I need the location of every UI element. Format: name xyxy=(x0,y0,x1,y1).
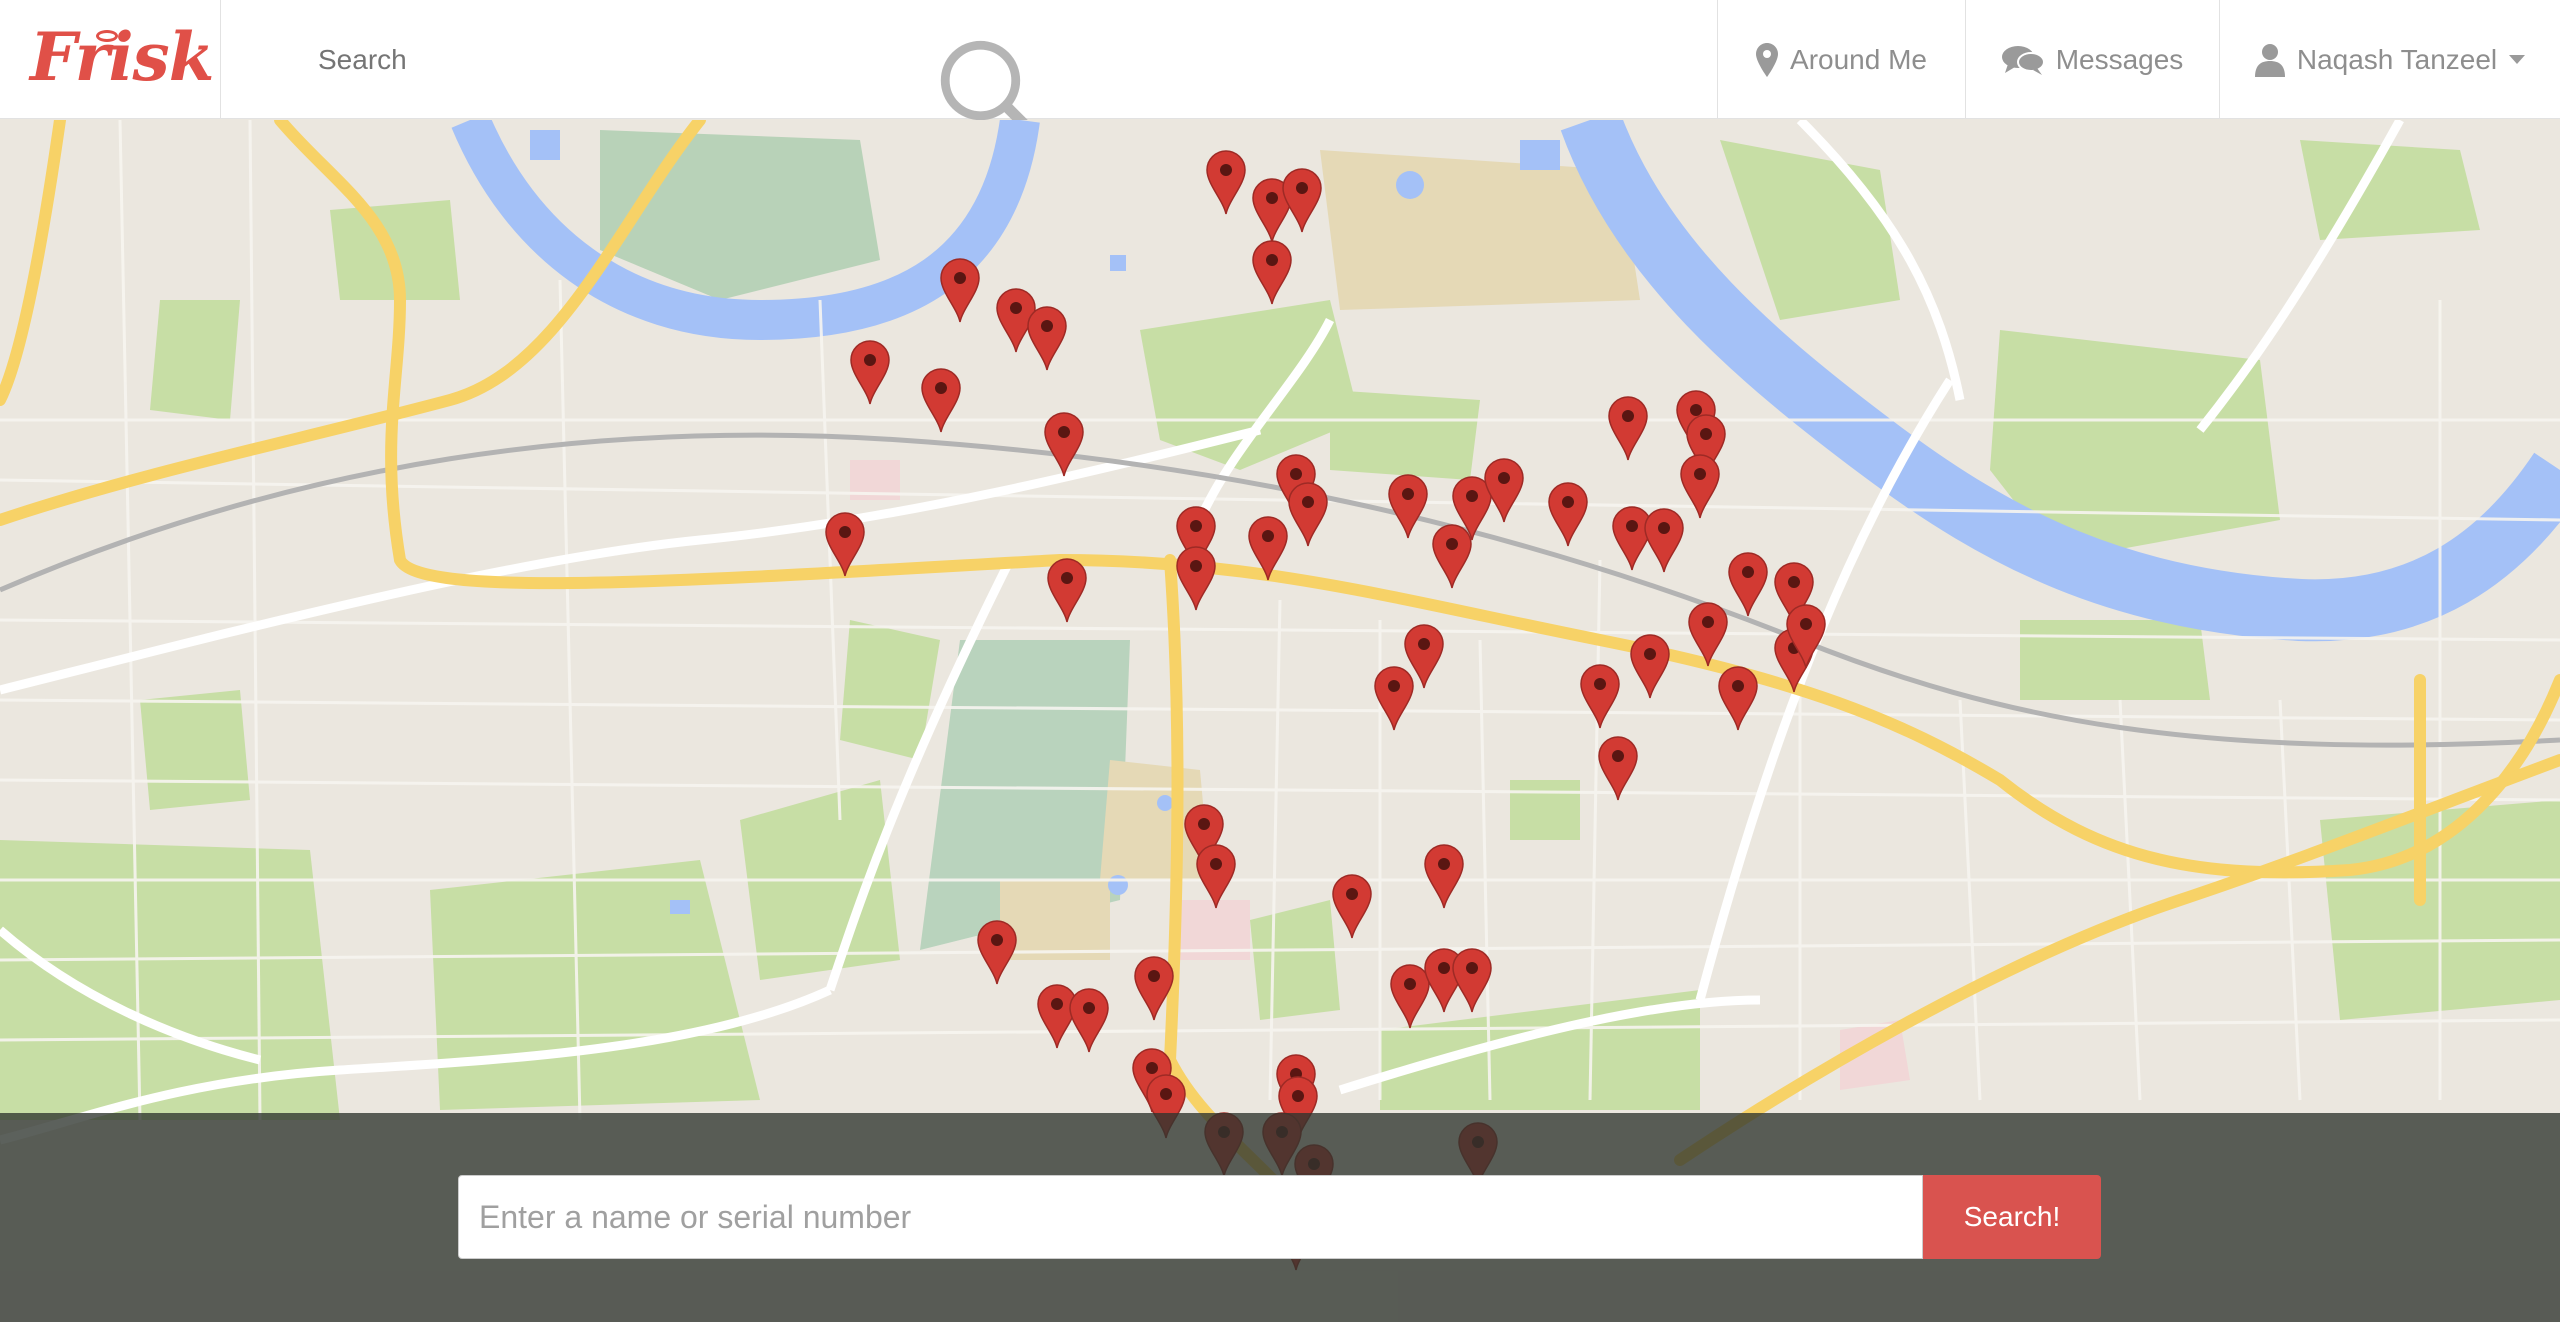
user-name: Naqash Tanzeel xyxy=(2296,43,2498,75)
map-marker-icon[interactable] xyxy=(1044,412,1084,477)
map-marker-icon[interactable] xyxy=(1176,546,1216,611)
brand-name: Frisk xyxy=(30,18,214,96)
map-marker-icon[interactable] xyxy=(850,340,890,405)
global-search-input[interactable] xyxy=(316,34,1320,86)
map-marker-icon[interactable] xyxy=(1728,552,1768,617)
nav-user-menu[interactable]: Naqash Tanzeel xyxy=(2219,0,2560,119)
map-marker-icon[interactable] xyxy=(1027,306,1067,371)
nav-around-me-label: Around Me xyxy=(1790,43,1927,75)
map-marker-icon[interactable] xyxy=(1037,984,1077,1049)
name-serial-input[interactable] xyxy=(458,1175,1923,1259)
map-marker-icon[interactable] xyxy=(1374,666,1414,731)
map-marker-icon[interactable] xyxy=(1047,558,1087,623)
map-marker-icon[interactable] xyxy=(1718,666,1758,731)
user-icon xyxy=(2254,43,2285,77)
brand-logo[interactable]: Frisk xyxy=(0,0,221,119)
map-marker-icon[interactable] xyxy=(1069,988,1109,1053)
map-marker-icon[interactable] xyxy=(1680,454,1720,519)
logo-eye-icon xyxy=(96,30,118,42)
map-marker-icon[interactable] xyxy=(1252,240,1292,305)
map-marker-icon[interactable] xyxy=(1598,736,1638,801)
nav-around-me[interactable]: Around Me xyxy=(1717,0,1965,119)
map-marker-icon[interactable] xyxy=(1630,634,1670,699)
map-marker-icon[interactable] xyxy=(1612,506,1652,571)
map-marker-icon[interactable] xyxy=(1196,844,1236,909)
map-marker-icon[interactable] xyxy=(1288,482,1328,547)
map-marker-icon[interactable] xyxy=(1432,524,1472,589)
nav-messages[interactable]: Messages xyxy=(1965,0,2219,119)
map-marker-icon[interactable] xyxy=(1282,168,1322,233)
finder-panel: Search! xyxy=(0,1113,2560,1322)
map-marker-icon[interactable] xyxy=(921,368,961,433)
map-marker-icon[interactable] xyxy=(1390,964,1430,1029)
map-marker-icon[interactable] xyxy=(1388,474,1428,539)
map-marker-icon[interactable] xyxy=(1424,844,1464,909)
chat-bubbles-icon xyxy=(2001,45,2044,75)
map-marker-icon[interactable] xyxy=(1452,948,1492,1013)
finder-search-button[interactable]: Search! xyxy=(1923,1175,2101,1259)
map-marker-icon[interactable] xyxy=(1206,150,1246,215)
map-marker-icon[interactable] xyxy=(1688,602,1728,667)
map-marker-icon[interactable] xyxy=(1608,396,1648,461)
map-marker-icon[interactable] xyxy=(1134,956,1174,1021)
nav-messages-label: Messages xyxy=(2055,43,2184,75)
map-marker-icon[interactable] xyxy=(825,512,865,577)
map-marker-icon[interactable] xyxy=(1580,664,1620,729)
map-pin-icon xyxy=(1756,42,1779,77)
map-marker-icon[interactable] xyxy=(977,920,1017,985)
map-marker-icon[interactable] xyxy=(1644,508,1684,573)
top-navbar: Frisk Around Me Messages Naqash Tanzeel xyxy=(0,0,2560,148)
map-marker-icon[interactable] xyxy=(1548,482,1588,547)
map-marker-icon[interactable] xyxy=(1248,516,1288,581)
map-marker-icon[interactable] xyxy=(1484,458,1524,523)
caret-down-icon xyxy=(2509,54,2526,64)
map-marker-icon[interactable] xyxy=(940,258,980,323)
map-marker-icon[interactable] xyxy=(1332,874,1372,939)
